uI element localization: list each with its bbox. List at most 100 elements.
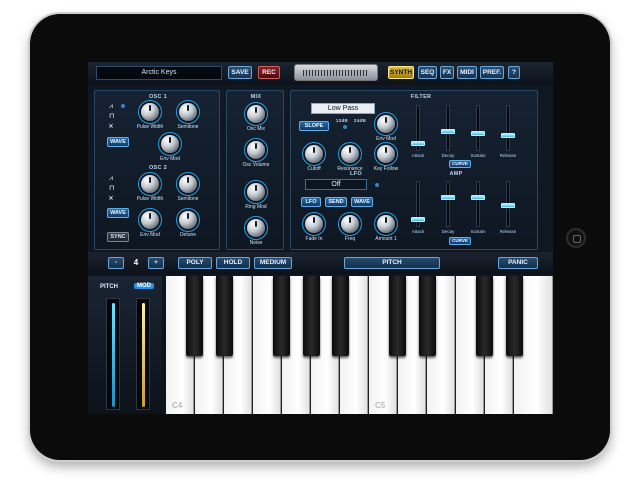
osc2-env-mod-knob[interactable] [141, 211, 159, 229]
slope-led [343, 125, 347, 129]
amp-decay-track [446, 181, 450, 227]
amp-sustain-label: Sustain [470, 229, 486, 234]
osc1-semitone-knob[interactable] [179, 103, 197, 121]
ring-mod-label: Ring Mod [245, 204, 267, 210]
hold-button[interactable]: HOLD [216, 257, 250, 269]
black-key-g-sharp-5[interactable] [506, 276, 523, 356]
key-follow-knob[interactable] [377, 145, 395, 163]
lfo-button[interactable]: LFO [301, 197, 321, 207]
black-key-d-sharp-5[interactable] [419, 276, 436, 356]
nav-synth-tab[interactable]: SYNTH [388, 66, 414, 79]
filter-slope-button[interactable]: SLOPE [299, 121, 329, 131]
save-button[interactable]: SAVE [228, 66, 252, 79]
resonance-knob[interactable] [341, 145, 359, 163]
lfo-amount-label: Amount 1 [375, 236, 397, 242]
cutoff-label: Cutoff [307, 166, 321, 172]
black-key-c-sharp-4[interactable] [186, 276, 203, 356]
osc-volume-label: Osc Volume [242, 162, 270, 168]
osc1-pulse-width-knob[interactable] [141, 103, 159, 121]
octave-up-button[interactable]: + [148, 257, 164, 269]
filter-sustain-label: Sustain [470, 153, 486, 158]
cutoff-knob[interactable] [305, 145, 323, 163]
lfo-freq-label: Freq [344, 236, 356, 242]
nav-midi-tab[interactable]: MIDI [457, 66, 477, 79]
osc2-saw-wave-icon[interactable]: ⩘ [109, 175, 113, 182]
synth-panels: OSC 1 ⩘ ⊓ ⩙ WAVE Pulse Width Semitone En… [88, 86, 553, 250]
filter-type-selector[interactable]: Low Pass [311, 103, 375, 114]
black-key-d-sharp-4[interactable] [216, 276, 233, 356]
rec-button[interactable]: REC [258, 66, 280, 79]
lfo-send-button[interactable]: SEND [325, 197, 347, 207]
poly-button[interactable]: POLY [178, 257, 212, 269]
octave-down-button[interactable]: - [108, 257, 124, 269]
pitch-wheel[interactable] [106, 298, 120, 410]
amp-sustain-slider[interactable] [471, 195, 485, 200]
octave-value: 4 [133, 258, 139, 267]
lfo-title: LFO [350, 171, 362, 177]
filter-sustain-slider[interactable] [471, 131, 485, 136]
synth-app-screen: Arctic Keys SAVE REC SYNTH SEQ FX MIDI P… [88, 62, 553, 414]
osc1-semitone-label: Semitone [177, 124, 199, 130]
speaker-grill [303, 70, 369, 76]
mod-wheel[interactable] [136, 298, 150, 410]
black-key-f-sharp-5[interactable] [476, 276, 493, 356]
osc-volume-knob[interactable] [247, 141, 265, 159]
black-key-g-sharp-4[interactable] [303, 276, 320, 356]
osc1-triangle-wave-icon[interactable]: ⩙ [109, 123, 113, 130]
amp-title: AMP [449, 171, 463, 177]
osc2-semitone-knob[interactable] [179, 175, 197, 193]
osc-mix-knob[interactable] [247, 105, 265, 123]
lcd-display [294, 64, 378, 81]
osc1-wave-button[interactable]: WAVE [107, 137, 129, 147]
nav-help-button[interactable]: ? [508, 66, 520, 79]
amp-release-slider[interactable] [501, 203, 515, 208]
amp-attack-slider[interactable] [411, 217, 425, 222]
lfo-freq-knob[interactable] [341, 215, 359, 233]
amp-attack-label: Attack [411, 229, 425, 234]
filter-env-mod-label: Env Mod [376, 136, 396, 142]
amp-curve-button[interactable]: CURVE [449, 237, 471, 245]
osc2-env-mod-label: Env Mod [140, 232, 160, 238]
keyboard-area: PITCH MOD C4 C5 [88, 276, 553, 414]
filter-decay-slider[interactable] [441, 129, 455, 134]
nav-pref-tab[interactable]: PREF. [480, 66, 504, 79]
filter-curve-button[interactable]: CURVE [449, 160, 471, 168]
lfo-wave-button[interactable]: WAVE [351, 197, 373, 207]
pitch-strip-button[interactable]: PITCH [344, 257, 440, 269]
nav-fx-tab[interactable]: FX [440, 66, 454, 79]
filter-release-slider[interactable] [501, 133, 515, 138]
osc2-pulse-width-label: Pulse Width [136, 196, 164, 202]
home-button[interactable] [566, 228, 586, 248]
noise-knob[interactable] [247, 219, 265, 237]
osc2-pulse-width-knob[interactable] [141, 175, 159, 193]
nav-seq-tab[interactable]: SEQ [418, 66, 437, 79]
panic-button[interactable]: PANIC [498, 257, 538, 269]
amp-release-label: Release [499, 229, 517, 234]
black-key-f-sharp-4[interactable] [273, 276, 290, 356]
osc1-env-mod-label: Env Mod [160, 156, 180, 162]
medium-button[interactable]: MEDIUM [254, 257, 292, 269]
osc2-detune-knob[interactable] [179, 211, 197, 229]
filter-env-mod-knob[interactable] [377, 115, 395, 133]
filter-decay-label: Decay [441, 153, 455, 158]
osc1-saw-wave-icon[interactable]: ⩘ [109, 103, 113, 110]
black-key-a-sharp-4[interactable] [332, 276, 349, 356]
osc2-wave-button[interactable]: WAVE [107, 208, 129, 218]
amp-decay-slider[interactable] [441, 195, 455, 200]
osc1-square-wave-icon[interactable]: ⊓ [109, 113, 114, 120]
preset-name-display[interactable]: Arctic Keys [96, 66, 222, 80]
osc2-square-wave-icon[interactable]: ⊓ [109, 185, 114, 192]
osc2-triangle-wave-icon[interactable]: ⩙ [109, 195, 113, 202]
osc2-sync-button[interactable]: SYNC [107, 232, 129, 242]
filter-attack-slider[interactable] [411, 141, 425, 146]
ring-mod-knob[interactable] [247, 183, 265, 201]
lfo-amount-knob[interactable] [377, 215, 395, 233]
fade-in-knob[interactable] [305, 215, 323, 233]
mod-wheel-label: MOD [134, 283, 154, 289]
black-key-c-sharp-5[interactable] [389, 276, 406, 356]
filter-lfo-amp-panel: FILTER Low Pass SLOPE 12dB 24dB Env Mod … [290, 90, 538, 250]
osc1-env-mod-knob[interactable] [161, 135, 179, 153]
control-strip: - 4 + POLY HOLD MEDIUM PITCH PANIC [88, 252, 553, 274]
lfo-value-display[interactable]: Off [305, 179, 367, 190]
filter-sustain-track [476, 105, 480, 151]
